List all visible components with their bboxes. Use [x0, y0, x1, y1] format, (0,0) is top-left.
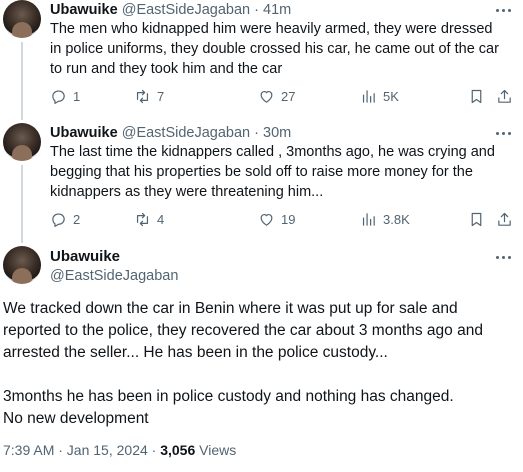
- heart-icon: [260, 90, 273, 103]
- repost-button[interactable]: 4: [134, 209, 164, 229]
- repost-icon: [136, 212, 149, 226]
- share-button[interactable]: [496, 209, 513, 229]
- avatar[interactable]: [3, 246, 41, 284]
- tweet-text: The last time the kidnappers called , 3m…: [50, 144, 495, 200]
- reply-icon: [52, 89, 65, 104]
- tweet-text: The men who kidnapped him were heavily a…: [50, 21, 499, 77]
- action-bar: 1 7 27 5K: [50, 86, 515, 106]
- like-button[interactable]: 27: [258, 86, 295, 106]
- reply-count: 2: [73, 211, 81, 227]
- views-chart-icon: [362, 89, 375, 103]
- separator-dot: ·: [254, 125, 259, 141]
- tweet-text: We tracked down the car in Benin where i…: [3, 298, 518, 430]
- tweet-paragraph: No new development: [3, 410, 149, 427]
- share-button[interactable]: [496, 86, 513, 106]
- separator-dot: ·: [254, 2, 259, 18]
- like-count: 27: [281, 88, 296, 104]
- bookmark-button[interactable]: [468, 86, 485, 106]
- repost-count: 4: [157, 211, 165, 227]
- reply-count: 1: [73, 88, 81, 104]
- heart-icon: [260, 213, 273, 226]
- like-button[interactable]: 19: [258, 209, 295, 229]
- bookmark-icon: [471, 212, 482, 226]
- tweet-header: Ubawuike @EastSideJagaban · 30m: [50, 124, 291, 142]
- views-count: 5K: [383, 88, 399, 104]
- repost-icon: [136, 89, 149, 103]
- author-name[interactable]: Ubawuike: [50, 2, 118, 18]
- views-button[interactable]: 3.8K: [360, 209, 410, 229]
- bookmark-button[interactable]: [468, 209, 485, 229]
- views-button[interactable]: 5K: [360, 86, 399, 106]
- repost-button[interactable]: 7: [134, 86, 164, 106]
- share-icon: [498, 212, 511, 226]
- tweet-header: Ubawuike @EastSideJagaban · 41m: [50, 1, 291, 19]
- reply-icon: [52, 212, 65, 227]
- timestamp[interactable]: 41m: [263, 2, 291, 18]
- tweet-paragraph: We tracked down the car in Benin where i…: [3, 300, 483, 361]
- more-icon[interactable]: [494, 250, 514, 264]
- share-icon: [498, 89, 511, 103]
- author-handle[interactable]: @EastSideJagaban: [50, 267, 178, 285]
- tweet[interactable]: Ubawuike @EastSideJagaban · 30m The last…: [0, 123, 523, 238]
- views-count: 3,056: [160, 442, 196, 458]
- tweet-timestamp[interactable]: 7:39 AM · Jan 15, 2024 ·: [3, 442, 160, 458]
- views-chart-icon: [362, 212, 375, 226]
- avatar[interactable]: [3, 0, 41, 38]
- tweet-paragraph: 3months he has been in police custody an…: [3, 388, 454, 405]
- author-handle[interactable]: @EastSideJagaban: [122, 2, 250, 18]
- like-count: 19: [281, 211, 296, 227]
- action-bar: 2 4 19 3.8K: [50, 209, 515, 229]
- bookmark-icon: [471, 89, 482, 103]
- author-name[interactable]: Ubawuike: [50, 125, 118, 141]
- more-icon[interactable]: [494, 126, 514, 140]
- timestamp[interactable]: 30m: [263, 125, 291, 141]
- avatar[interactable]: [3, 123, 41, 161]
- reply-button[interactable]: 1: [50, 86, 80, 106]
- tweet[interactable]: Ubawuike @EastSideJagaban · 41m The men …: [0, 0, 523, 115]
- author-handle[interactable]: @EastSideJagaban: [122, 125, 250, 141]
- views-label: Views: [195, 442, 237, 458]
- author-name[interactable]: Ubawuike: [50, 248, 120, 266]
- tweet-meta: 7:39 AM · Jan 15, 2024 · 3,056 Views: [3, 441, 236, 459]
- repost-count: 7: [157, 88, 165, 104]
- more-icon[interactable]: [494, 3, 514, 17]
- reply-button[interactable]: 2: [50, 209, 80, 229]
- views-count: 3.8K: [383, 211, 410, 227]
